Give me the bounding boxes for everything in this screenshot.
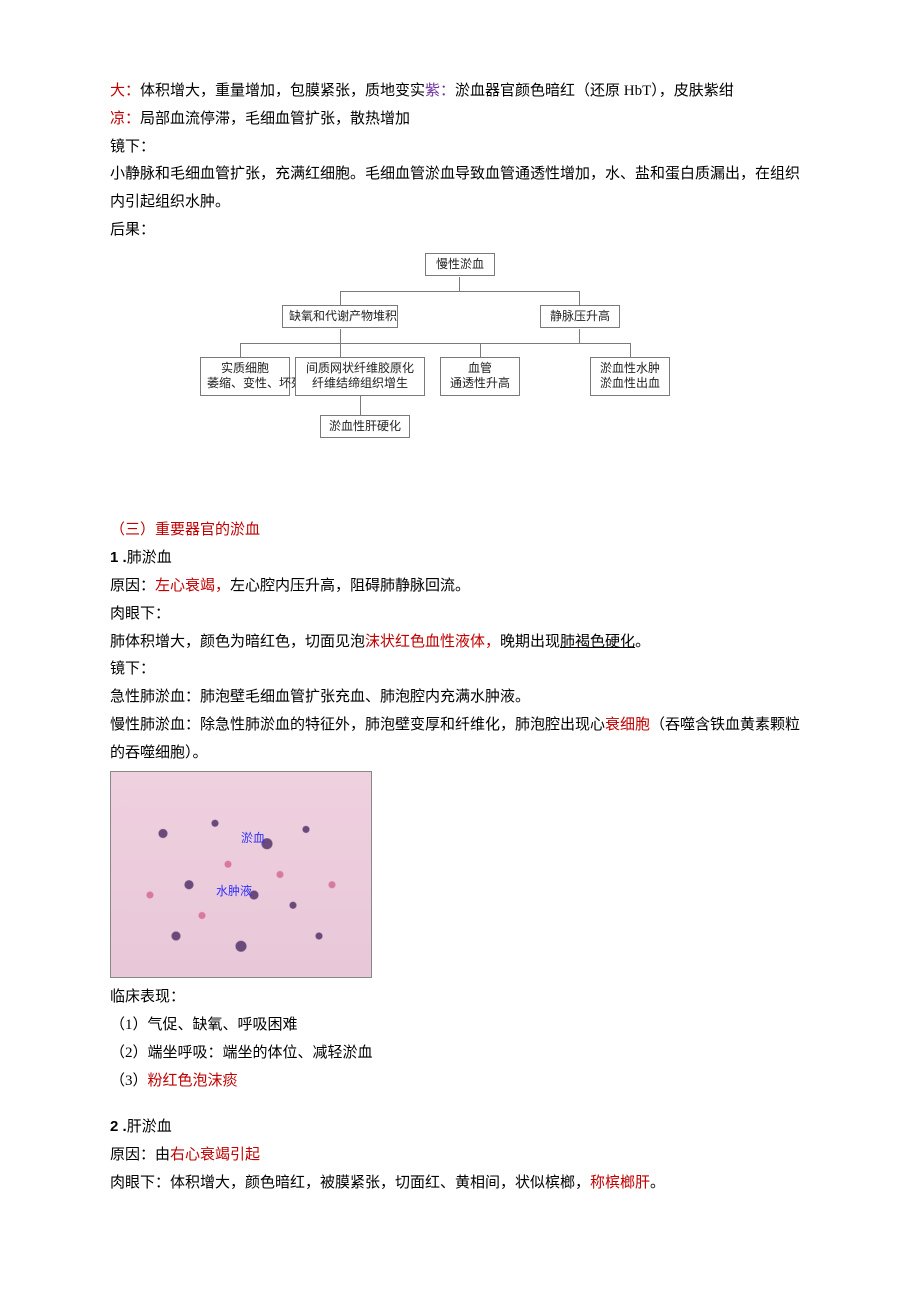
item-1-cause: 原因：左心衰竭，左心腔内压升高，阻碍肺静脉回流。	[110, 573, 810, 601]
flow-line	[340, 329, 341, 343]
intro-line-1: 大：体积增大，重量增加，包膜紧张，质地变实紫：淤血器官颜色暗红（还原 HbT），…	[110, 78, 810, 106]
flow-l3a-box: 实质细胞 萎缩、变性、坏死	[200, 357, 290, 396]
micro-acute: 急性肺淤血：肺泡壁毛细血管扩张充血、肺泡腔内充满水肿液。	[110, 684, 810, 712]
clinical-1: （1）气促、缺氧、呼吸困难	[110, 1012, 810, 1040]
gross-a: 肺体积增大，颜色为暗红色，切面见泡	[110, 634, 365, 650]
flow-l2a-box: 缺氧和代谢产物堆积	[282, 305, 398, 329]
gross-desc: 肺体积增大，颜色为暗红色，切面见泡沫状红色血性液体，晚期出现肺褐色硬化。	[110, 629, 810, 657]
consequence-label: 后果：	[110, 217, 810, 245]
item-2-title: 肝淤血	[127, 1119, 172, 1135]
flow-l3d-line1: 淤血性水肿	[600, 361, 660, 375]
gross2-label: 肉眼下：	[110, 1175, 170, 1191]
gross-label: 肉眼下：	[110, 601, 810, 629]
cause2-label: 原因：由	[110, 1147, 170, 1163]
item-2-heading: 2 .肝淤血	[110, 1113, 810, 1142]
item-1-title: 肺淤血	[127, 550, 172, 566]
histo-label-edema: 水肿液	[216, 880, 252, 902]
flow-line	[579, 329, 580, 343]
intro-zi-purple: 紫：	[425, 83, 455, 99]
flow-line	[579, 291, 580, 305]
flow-l3c-box: 血管 通透性升高	[440, 357, 520, 396]
flow-line	[459, 277, 460, 291]
flow-l3b-line1: 间质网状纤维胶原化	[306, 361, 414, 375]
gross-red: 沫状红色血性液体，	[365, 634, 500, 650]
flow-l3d-box: 淤血性水肿 淤血性出血	[590, 357, 670, 396]
flow-l3a-line2: 萎缩、变性、坏死	[207, 376, 303, 390]
gross-c: 。	[635, 634, 650, 650]
flow-l3c-line1: 血管	[468, 361, 492, 375]
flow-line	[340, 343, 341, 357]
intro-zi-text: 淤血器官颜色暗红（还原 HbT），皮肤紫绀	[455, 83, 734, 99]
flow-line	[480, 343, 481, 357]
flow-line	[240, 343, 241, 357]
flow-top-box: 慢性淤血	[425, 253, 495, 277]
intro-line-2: 凉：局部血流停滞，毛细血管扩张，散热增加	[110, 106, 810, 134]
flow-line	[480, 343, 630, 344]
cause2-red: 右心衰竭引起	[170, 1147, 260, 1163]
flow-line	[440, 343, 480, 344]
item-1-heading: 1 .肺淤血	[110, 544, 810, 573]
gross-underline: 肺褐色硬化	[560, 634, 635, 650]
micro-label-2: 镜下：	[110, 656, 810, 684]
flow-l3a-line1: 实质细胞	[221, 361, 269, 375]
cause-rest: 左心腔内压升高，阻碍肺静脉回流。	[230, 578, 470, 594]
gross2-red: 称槟榔肝	[590, 1175, 650, 1191]
flow-l3b-box: 间质网状纤维胶原化 纤维结缔组织增生	[295, 357, 425, 396]
micro2-red: 衰细胞	[605, 717, 650, 733]
gross2-b: 。	[650, 1175, 665, 1191]
flow-bottom-box: 淤血性肝硬化	[320, 415, 410, 439]
section-3-heading: （三）重要器官的淤血	[110, 517, 810, 545]
flow-line	[340, 291, 341, 305]
clinical-2: （2）端坐呼吸：端坐的体位、减轻淤血	[110, 1040, 810, 1068]
flow-line	[360, 395, 361, 415]
flow-l3b-line2: 纤维结缔组织增生	[312, 376, 408, 390]
item-2-cause: 原因：由右心衰竭引起	[110, 1142, 810, 1170]
flow-l3d-line2: 淤血性出血	[600, 376, 660, 390]
clinical-3-red: 粉红色泡沫痰	[148, 1073, 238, 1089]
clinical-3: （3）粉红色泡沫痰	[110, 1068, 810, 1096]
flow-line	[340, 291, 580, 292]
intro-da-text-a: 体积增大，重量增加，包膜紧张，质地变实	[140, 83, 425, 99]
micro2-a: 慢性肺淤血：除急性肺淤血的特征外，肺泡壁变厚和纤维化，肺泡腔出现心	[110, 717, 605, 733]
intro-liang-text: 局部血流停滞，毛细血管扩张，散热增加	[140, 111, 410, 127]
histo-label-congestion: 淤血	[241, 827, 265, 849]
micro-desc: 小静脉和毛细血管扩张，充满红细胞。毛细血管淤血导致血管通透性增加，水、盐和蛋白质…	[110, 161, 810, 217]
intro-liang-red: 凉：	[110, 111, 140, 127]
flow-line	[630, 343, 631, 357]
gross2-a: 体积增大，颜色暗红，被膜紧张，切面红、黄相间，状似槟榔，	[170, 1175, 590, 1191]
cause-label: 原因：	[110, 578, 155, 594]
document-page: 大：体积增大，重量增加，包膜紧张，质地变实紫：淤血器官颜色暗红（还原 HbT），…	[0, 0, 920, 1301]
flow-l2b-box: 静脉压升高	[540, 305, 620, 329]
item-2-num: 2 .	[110, 1118, 127, 1135]
micro-chronic: 慢性肺淤血：除急性肺淤血的特征外，肺泡壁变厚和纤维化，肺泡腔出现心衰细胞（吞噬含…	[110, 712, 810, 768]
intro-da-red: 大：	[110, 83, 140, 99]
clinical-label: 临床表现：	[110, 984, 810, 1012]
flow-l3c-line2: 通透性升高	[450, 376, 510, 390]
item-1-num: 1 .	[110, 549, 127, 566]
histology-image: 淤血 水肿液	[110, 771, 372, 978]
flowchart: 慢性淤血 缺氧和代谢产物堆积 静脉压升高 实质细胞 萎缩、变性、坏死 间质网状纤…	[210, 253, 710, 493]
cause-red: 左心衰竭，	[155, 578, 230, 594]
item-2-gross: 肉眼下：体积增大，颜色暗红，被膜紧张，切面红、黄相间，状似槟榔，称槟榔肝。	[110, 1170, 810, 1198]
micro-label: 镜下：	[110, 134, 810, 162]
clinical-3-a: （3）	[110, 1073, 148, 1089]
gross-b: 晚期出现	[500, 634, 560, 650]
